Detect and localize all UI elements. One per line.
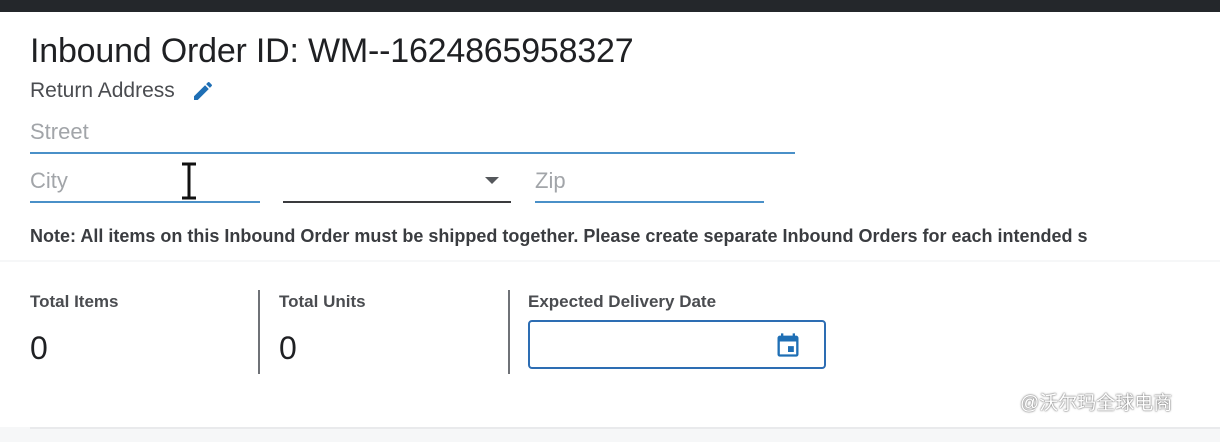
total-items-value: 0 bbox=[30, 330, 48, 366]
city-field bbox=[30, 160, 260, 203]
top-bar bbox=[0, 0, 1220, 12]
page-title: Inbound Order ID: WM--1624865958327 bbox=[30, 32, 634, 70]
city-input[interactable] bbox=[30, 160, 260, 203]
total-units-stat: Total Units 0 bbox=[279, 292, 366, 367]
stat-divider bbox=[508, 290, 510, 374]
caret-down-icon bbox=[485, 177, 499, 184]
zip-input[interactable] bbox=[535, 160, 764, 203]
street-field bbox=[30, 112, 795, 154]
pencil-icon[interactable] bbox=[191, 79, 215, 103]
street-input[interactable] bbox=[30, 112, 795, 154]
calendar-icon[interactable] bbox=[774, 331, 802, 359]
expected-delivery-field bbox=[528, 320, 826, 369]
section-divider bbox=[30, 427, 1220, 429]
state-dropdown[interactable] bbox=[283, 160, 511, 203]
total-items-stat: Total Items 0 bbox=[30, 292, 118, 367]
return-address-label: Return Address bbox=[30, 79, 175, 102]
expected-delivery-label: Expected Delivery Date bbox=[528, 292, 717, 311]
total-units-value: 0 bbox=[279, 330, 297, 366]
shipping-note: Note: All items on this Inbound Order mu… bbox=[30, 226, 1088, 246]
expected-delivery-input[interactable] bbox=[540, 322, 774, 369]
zip-field bbox=[535, 160, 764, 203]
total-units-label: Total Units bbox=[279, 292, 366, 311]
watermark: @沃尔玛全球电商 bbox=[1020, 393, 1173, 414]
return-address-header: Return Address bbox=[30, 77, 215, 105]
stat-divider bbox=[258, 290, 260, 374]
total-items-label: Total Items bbox=[30, 292, 119, 311]
